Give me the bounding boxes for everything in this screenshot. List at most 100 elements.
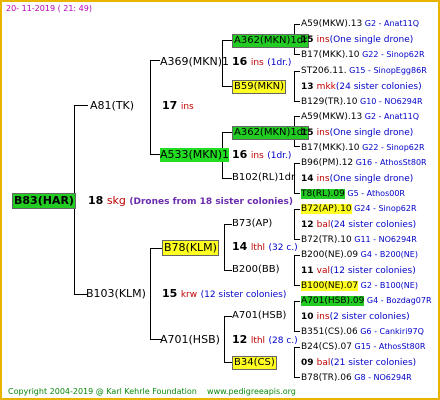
gen5-info-note: (21 sister colonies)	[330, 358, 417, 368]
gen5-ancestor: A701(HSB).09 G4 - Bozdag07R	[301, 295, 432, 307]
gen4-b200[interactable]: B200(BB)	[232, 264, 279, 276]
gen5-ancestor-tag: G8 - NO6294R	[351, 373, 412, 382]
gen5-ancestor: A59(MKW).13 G2 - Anat11Q	[301, 111, 419, 123]
gen5-ancestor-tag: G2 - B100(NE)	[358, 281, 418, 290]
dam-b103[interactable]: B103(KLM)	[86, 287, 146, 301]
gen5-info: 11 val(12 sister colonies)	[301, 265, 416, 277]
gen4-a362-1[interactable]: A362(MKN)1dr	[232, 34, 310, 48]
gen5-info-num: 15	[301, 128, 317, 138]
gen5-info-race: ins	[316, 128, 330, 138]
gen5-ancestor-tag: G4 - B200(NE)	[358, 250, 418, 259]
gen5-ancestor: B24(CS).07 G15 - AthosSt80R	[301, 341, 425, 353]
gen5-ancestor-name[interactable]: B72(AP).10	[301, 204, 352, 214]
gen5-info: 15 ins(One single drone)	[301, 127, 413, 139]
gen5-ancestor-tag: G2 - Anat11Q	[362, 112, 420, 121]
gen5-ancestor: B200(NE).09 G4 - B200(NE)	[301, 249, 418, 261]
gen5-ancestor-name[interactable]: B24(CS).07	[301, 342, 352, 352]
root-info: 18 skg (Drones from 18 sister colonies)	[88, 194, 293, 207]
gen5-ancestor-name[interactable]: B96(PM).12	[301, 158, 353, 168]
header-timestamp: 20- 11-2019 ( 21: 49)	[6, 4, 92, 13]
gen5-info-num: 11	[301, 266, 317, 276]
gen5-info: 13 mkk(24 sister colonies)	[301, 81, 422, 93]
gen5-info-num: 09	[301, 358, 317, 368]
gen5-ancestor-tag: G4 - Bozdag07R	[364, 296, 432, 305]
gen3-a533[interactable]: A533(MKN)1	[160, 148, 230, 162]
gen5-ancestor-name[interactable]: B351(CS).06	[301, 327, 358, 337]
gen4-b34[interactable]: B34(CS)	[232, 356, 277, 370]
gen5-ancestor-name[interactable]: B17(MKK).10	[301, 143, 360, 153]
gen5-ancestor-tag: G24 - Sinop62R	[351, 204, 417, 213]
gen5-info-race: ins	[316, 35, 330, 45]
gen5-ancestor: B17(MKK).10 G22 - Sinop62R	[301, 49, 425, 61]
gen5-ancestor: B72(TR).10 G11 - NO6294R	[301, 234, 417, 246]
gen5-ancestor-tag: G22 - Sinop62R	[359, 50, 425, 59]
gen3-b78-info: 14 lthl (32 c.)	[232, 240, 298, 253]
gen5-info-num: 12	[301, 220, 317, 230]
gen5-ancestor: A59(MKW).13 G2 - Anat11Q	[301, 18, 419, 30]
gen5-ancestor-name[interactable]: B200(NE).09	[301, 250, 358, 260]
gen5-ancestor-name[interactable]: B78(TR).06	[301, 373, 352, 383]
gen5-ancestor: B72(AP).10 G24 - Sinop62R	[301, 203, 417, 215]
gen3-a533-info: 16 ins (1dr.)	[232, 148, 292, 161]
gen5-ancestor-name[interactable]: A59(MKW).13	[301, 112, 362, 122]
gen5-info-note: (One single drone)	[329, 128, 414, 138]
gen5-ancestor-tag: G6 - Cankiri97Q	[357, 327, 424, 336]
gen5-info-race: bal	[316, 220, 331, 230]
gen4-b102[interactable]: B102(RL)1dr	[232, 172, 295, 184]
gen5-ancestor: B351(CS).06 G6 - Cankiri97Q	[301, 326, 424, 338]
gen5-info-note: (24 sister colonies)	[330, 220, 417, 230]
gen3-a369-info: 16 ins (1dr.)	[232, 55, 292, 68]
gen4-a362-2[interactable]: A362(MKN)1dr	[232, 126, 310, 140]
gen5-info-num: 10	[301, 312, 317, 322]
gen5-ancestor-name[interactable]: ST206.11.	[301, 66, 347, 76]
gen5-ancestor-tag: G15 - SinopEgg86R	[346, 66, 427, 75]
gen5-info-race: ins	[316, 174, 330, 184]
gen5-ancestor-tag: G2 - Anat11Q	[362, 19, 420, 28]
gen3-a701[interactable]: A701(HSB)	[160, 333, 220, 347]
gen5-info-num: 14	[301, 174, 317, 184]
gen5-ancestor-name[interactable]: B100(NE).07	[301, 281, 359, 291]
gen5-ancestor: T8(RL).09 G5 - Athos00R	[301, 188, 405, 200]
gen5-info: 14 ins(One single drone)	[301, 173, 413, 185]
gen4-a701-hsb[interactable]: A701(HSB)	[232, 310, 286, 322]
gen5-info-note: (2 sister colonies)	[329, 312, 410, 322]
pedigree-frame: 20- 11-2019 ( 21: 49) B83(HAR) 18 skg (D…	[0, 0, 440, 400]
gen5-ancestor-tag: G22 - Sinop62R	[359, 143, 425, 152]
gen5-info-note: (12 sister colonies)	[330, 266, 416, 276]
gen5-ancestor-name[interactable]: B129(TR).10	[301, 97, 357, 107]
gen4-b59[interactable]: B59(MKN)	[232, 80, 287, 94]
gen5-ancestor-tag: G15 - AthosSt80R	[351, 342, 426, 351]
gen5-ancestor-name[interactable]: B17(MKK).10	[301, 50, 360, 60]
gen4-b73[interactable]: B73(AP)	[232, 218, 272, 230]
gen5-ancestor-tag: G10 - NO6294R	[357, 97, 423, 106]
gen5-ancestor-tag: G16 - AthosSt80R	[353, 158, 427, 167]
gen5-info-race: mkk	[316, 82, 336, 92]
gen5-info-race: val	[316, 266, 331, 276]
gen3-a369[interactable]: A369(MKN)1	[160, 55, 229, 69]
sire-a81-info: 17 ins	[162, 99, 194, 112]
footer-copyright: Copyright 2004-2019 @ Karl Kehrle Founda…	[8, 387, 296, 396]
gen5-ancestor: ST206.11. G15 - SinopEgg86R	[301, 65, 427, 77]
gen5-info-num: 13	[301, 82, 317, 92]
gen3-b78[interactable]: B78(KLM)	[162, 240, 219, 256]
root-queen[interactable]: B83(HAR)	[12, 193, 76, 209]
gen5-ancestor-name[interactable]: T8(RL).09	[301, 189, 345, 199]
gen5-info: 12 bal(24 sister colonies)	[301, 219, 416, 231]
gen5-info: 15 ins(One single drone)	[301, 34, 413, 46]
gen5-ancestor-name[interactable]: B72(TR).10	[301, 235, 352, 245]
gen5-ancestor: B96(PM).12 G16 - AthosSt80R	[301, 157, 427, 169]
gen5-info-race: bal	[316, 358, 331, 368]
gen5-ancestor-name[interactable]: A701(HSB).09	[301, 296, 365, 306]
gen5-info-race: ins	[316, 312, 330, 322]
gen5-info-num: 15	[301, 35, 317, 45]
gen5-ancestor: B129(TR).10 G10 - NO6294R	[301, 96, 423, 108]
gen5-ancestor-tag: G5 - Athos00R	[344, 189, 405, 198]
gen5-info-note: (One single drone)	[329, 35, 414, 45]
gen5-info-note: (24 sister colonies)	[335, 82, 422, 92]
sire-a81[interactable]: A81(TK)	[90, 99, 134, 113]
gen5-ancestor: B100(NE).07 G2 - B100(NE)	[301, 280, 418, 292]
gen5-info: 09 bal(21 sister colonies)	[301, 357, 416, 369]
gen5-ancestor-name[interactable]: A59(MKW).13	[301, 19, 362, 29]
gen5-ancestor: B17(MKK).10 G22 - Sinop62R	[301, 142, 425, 154]
gen3-a701-info: 12 lthl (28 c.)	[232, 333, 298, 346]
